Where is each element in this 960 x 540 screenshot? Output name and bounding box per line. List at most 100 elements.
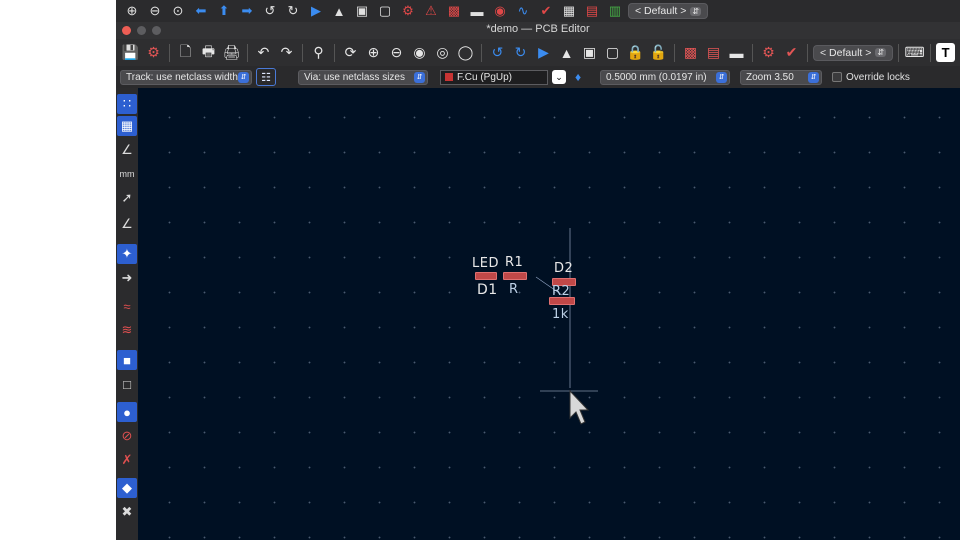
scripting-console-icon[interactable]: ⌨ [904,42,925,63]
high-contrast-icon[interactable]: ✗ [117,450,137,470]
tools-icon[interactable]: ✖ [117,502,137,522]
polar-coords-icon[interactable]: ∠ [117,140,137,160]
grid-size-dropdown[interactable]: 0.5000 mm (0.0197 in) ⇵ [600,69,730,85]
angle-constraint-icon[interactable]: ∠ [117,214,137,234]
zone-fill-icon[interactable]: ■ [117,350,137,370]
zoom-fit-icon[interactable]: ⊙ [168,2,188,20]
footprint-icon[interactable]: ▩ [444,2,464,20]
rotate-cw-icon[interactable]: ↻ [283,2,303,20]
footprint-value-r1[interactable]: R [509,282,519,297]
update-pcb-icon[interactable]: ⚙ [758,42,779,63]
drc-icon[interactable]: ✔ [781,42,802,63]
toolbar-separator [169,43,170,62]
chevron-updown-icon: ⇵ [238,71,249,83]
netlist-icon[interactable]: ▬ [726,42,747,63]
footprint-reference-led[interactable]: LED [472,256,499,271]
ratsnest-icon[interactable]: ✦ [117,244,137,264]
layer-preset-dropdown-background[interactable]: < Default > ⇵ [628,3,709,19]
refresh-icon[interactable]: ⟳ [340,42,361,63]
override-locks-checkbox[interactable] [832,72,842,82]
zoom-dropdown[interactable]: Zoom 3.50 ⇵ [740,69,822,85]
layer-color-swatch [445,73,453,81]
flip-vertical-icon[interactable]: ▲ [556,42,577,63]
bom-icon[interactable]: ▤ [582,2,602,20]
zone-outline-icon[interactable]: □ [117,374,137,394]
track-outline-icon[interactable]: ≈ [117,296,137,316]
print-icon[interactable]: 🖶 [198,42,219,63]
track-width-dropdown[interactable]: Track: use netclass width ⇵ [120,69,252,85]
save-icon[interactable]: 💾 [120,42,141,63]
net-color-icon[interactable]: ● [117,402,137,422]
layer-preset-label: < Default > [820,46,872,59]
zoom-fit-icon[interactable]: ◉ [409,42,430,63]
flip-horizontal-icon[interactable]: ▶ [533,42,554,63]
unlock-icon[interactable]: 🔓 [648,42,669,63]
ungroup-icon[interactable]: ▢ [602,42,623,63]
arrow-up-icon[interactable]: ⬆ [214,2,234,20]
via-size-dropdown[interactable]: Via: use netclass sizes ⇵ [298,69,428,85]
auto-track-width-icon[interactable]: ☷ [256,68,276,86]
zoom-in-icon[interactable]: ⊕ [363,42,384,63]
zoom-in-icon[interactable]: ⊕ [122,2,142,20]
zoom-out-icon[interactable]: ⊖ [145,2,165,20]
zoom-selection-icon[interactable]: ◯ [455,42,476,63]
mirror-v-icon[interactable]: ▲ [329,2,349,20]
lock-icon[interactable]: 🔒 [625,42,646,63]
board-setup-icon[interactable]: ⚙ [143,42,164,63]
layer-preset-label: < Default > [635,5,687,17]
footprint-pads-r1[interactable] [503,272,527,280]
grid-toggle-icon[interactable]: ∷ [117,94,137,114]
footprint-pads-r2[interactable] [549,297,575,305]
inspector-icon[interactable]: ⚙ [398,2,418,20]
cursor-style-icon[interactable]: ➚ [117,188,137,208]
footprint-reference-r1[interactable]: R1 [505,255,523,270]
group-icon[interactable]: ▣ [579,42,600,63]
layers-manager-icon[interactable]: ◆ [117,478,137,498]
arrow-right-icon[interactable]: ➡ [237,2,257,20]
rotate-ccw-icon[interactable]: ↺ [260,2,280,20]
grid-overrides-icon[interactable]: ▦ [117,116,137,136]
footprint-pads-d1[interactable] [475,272,497,280]
toolbar-separator [930,43,932,62]
layer-preset-dropdown[interactable]: < Default > ⇵ [813,44,894,61]
erc-icon[interactable]: ✔ [536,2,556,20]
text-tool-button[interactable]: T [936,43,956,62]
table-icon[interactable]: ▦ [559,2,579,20]
net-inspect-icon[interactable]: ◉ [490,2,510,20]
toolbar-separator [334,43,335,62]
find-icon[interactable]: ⚲ [308,42,329,63]
zoom-out-icon[interactable]: ⊖ [386,42,407,63]
layer-selector[interactable]: F.Cu (PgUp) [440,69,548,85]
pcb-switch-icon[interactable]: ▥ [605,2,625,20]
footprint-editor-icon[interactable]: ▩ [680,42,701,63]
window-title-bar[interactable]: *demo — PCB Editor [116,22,960,39]
toolbar-separator [898,43,900,62]
chevron-down-icon[interactable]: ⌄ [552,70,566,84]
units-mm-icon[interactable]: mm [117,164,137,184]
drc-icon[interactable]: ⚠ [421,2,441,20]
ungroup-icon[interactable]: ▢ [375,2,395,20]
rotate-ccw-icon[interactable]: ↺ [487,42,508,63]
group-icon[interactable]: ▣ [352,2,372,20]
chevron-updown-icon: ⇵ [690,6,702,16]
curved-ratsnest-icon[interactable]: ➜ [117,268,137,288]
undo-icon[interactable]: ↶ [253,42,274,63]
mirror-h-icon[interactable]: ▶ [306,2,326,20]
via-outline-icon[interactable]: ≋ [117,320,137,340]
footprint-value-r2[interactable]: 1k [552,307,569,322]
pcb-canvas[interactable]: LED D1 R1 R D2 R2 1k [138,88,960,540]
arrow-left-icon[interactable]: ⬅ [191,2,211,20]
footprint-browser-icon[interactable]: ▤ [703,42,724,63]
background-window-toolbar: ⊕ ⊖ ⊙ ⬅ ⬆ ➡ ↺ ↻ ▶ ▲ ▣ ▢ ⚙ ⚠ ▩ ▬ ◉ ∿ ✔ ▦ … [116,0,960,22]
plot-icon[interactable]: 🖨 [221,42,242,63]
zoom-objects-icon[interactable]: ◎ [432,42,453,63]
footprint-value-d1[interactable]: D1 [477,282,498,298]
redo-icon[interactable]: ↷ [276,42,297,63]
simulator-icon[interactable]: ∿ [513,2,533,20]
footprint-reference-d2[interactable]: D2 [554,261,573,276]
layer-pair-icon[interactable]: ♦ [570,69,586,85]
pad-outline-icon[interactable]: ⊘ [117,426,137,446]
rotate-cw-icon[interactable]: ↻ [510,42,531,63]
page-settings-icon[interactable]: 🗋 [175,42,196,63]
r42-annotate-icon[interactable]: ▬ [467,2,487,20]
